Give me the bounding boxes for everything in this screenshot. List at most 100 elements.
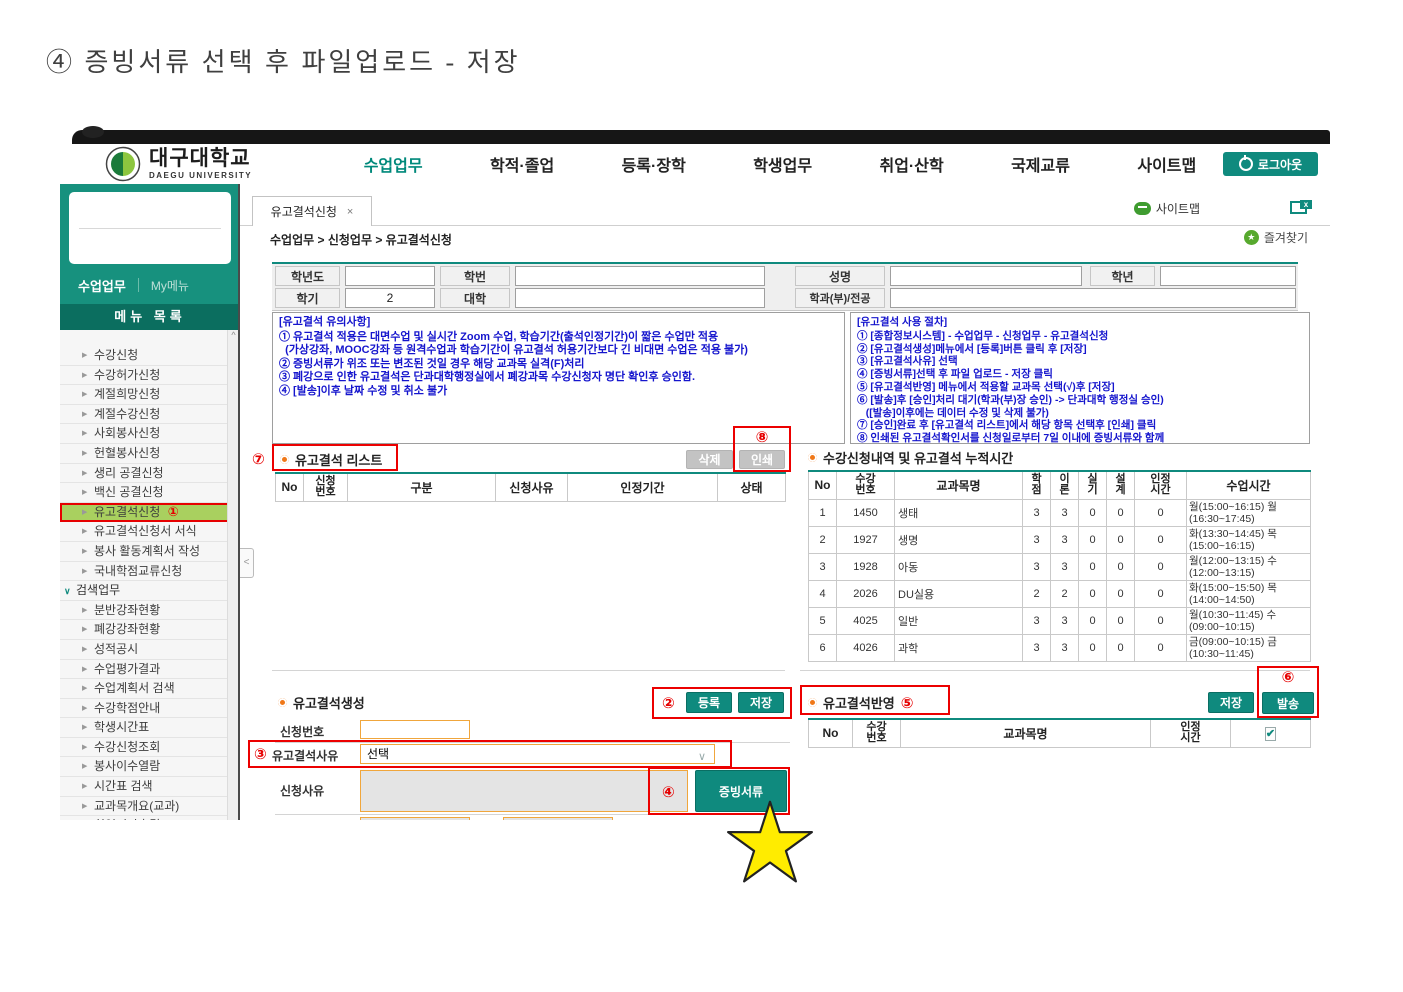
notice-line: ④ [증빙서류]선택 후 파일 업로드 - 저장 클릭 [857, 368, 1303, 381]
menu-item[interactable]: 계절수강신청 [60, 405, 240, 425]
nav-item-international[interactable]: 국제교류 [1011, 152, 1070, 176]
col-recognized: 인정 시간 [1135, 471, 1187, 499]
nav-item-records[interactable]: 학적·졸업 [490, 152, 554, 176]
detail-reason-textarea[interactable] [360, 770, 688, 812]
logout-label: 로그아웃 [1258, 156, 1302, 173]
favorite-button[interactable]: ★ 즐겨찾기 [1244, 229, 1308, 246]
apply-save-button[interactable]: 저장 [1208, 692, 1254, 713]
col-credit: 학 점 [1023, 471, 1051, 499]
select-all-checkbox[interactable]: ✔ [1265, 727, 1276, 741]
sitemap-label: 사이트맵 [1156, 200, 1200, 217]
enrollment-table: No 수강 번호 교과목명 학 점 이 론 실 기 설 계 인정 시간 수업시간… [808, 470, 1311, 662]
cell: 0 [1107, 526, 1135, 553]
register-button[interactable]: 등록 [686, 692, 732, 713]
sitemap-button[interactable]: 사이트맵 [1134, 200, 1200, 217]
menu-item[interactable]: 생리 공결신청 [60, 464, 240, 484]
menu-item[interactable]: 교과목개요(교과) [60, 797, 240, 817]
table-row[interactable]: 1 1450 생태 3 3 0 0 0 월(15:00~16:15) 월(16:… [809, 499, 1311, 526]
print-button[interactable]: 인쇄 [739, 450, 785, 469]
menu-item[interactable]: 수강신청 [60, 346, 240, 366]
year-input[interactable] [345, 266, 435, 286]
menu-item[interactable]: 헌혈봉사신청 [60, 444, 240, 464]
col-appno: 신청 번호 [304, 473, 348, 501]
col-recognized: 인정 시간 [1151, 719, 1231, 747]
grade-input[interactable] [1160, 266, 1296, 286]
sidebar-collapse-handle[interactable]: < [240, 548, 254, 578]
sidebar-tab-classwork[interactable]: 수업업무 [78, 276, 126, 295]
notice-line: ② [유고결석생성]메뉴에서 [등록]버튼 클릭 후 [저장] [857, 343, 1303, 356]
create-save-button[interactable]: 저장 [738, 692, 784, 713]
cell: 3 [1023, 607, 1051, 634]
menu-item-excused-absence-active[interactable]: 유고결석신청 ① [60, 503, 240, 523]
menu-item[interactable]: 백신 공결신청 [60, 483, 240, 503]
notice-line: ⑤ [유고결석반영] 메뉴에서 적용할 교과목 선택(√)후 [저장] [857, 381, 1303, 394]
menu-item[interactable]: 봉사 활동계획서 작성 [60, 542, 240, 562]
cell: 0 [1079, 607, 1107, 634]
menu-item[interactable]: 계절희망신청 [60, 385, 240, 405]
dept-input[interactable] [890, 288, 1296, 308]
semester-input[interactable]: 2 [345, 288, 435, 308]
menu-item[interactable]: 수강학점안내 [60, 699, 240, 719]
table-row[interactable]: 5 4025 일반 3 3 0 0 0 월(10:30~11:45) 수(09:… [809, 607, 1311, 634]
create-section-title: 유고결석생성 [278, 693, 365, 712]
cell: 월(15:00~16:15) 월(16:30~17:45) [1187, 499, 1311, 526]
delete-button[interactable]: 삭제 [686, 450, 733, 469]
logout-button[interactable]: 로그아웃 [1223, 152, 1318, 176]
menu-item[interactable]: 수업계획서 검색 [60, 679, 240, 699]
name-input[interactable] [890, 266, 1082, 286]
divider [79, 228, 221, 229]
menu-item[interactable]: 수업평가결과 [60, 660, 240, 680]
menu-item[interactable]: 성적공시 [60, 640, 240, 660]
sidebar-tab-mymenu[interactable]: My메뉴 [151, 277, 189, 294]
nav-item-sitemap[interactable]: 사이트맵 [1137, 152, 1196, 176]
table-row[interactable]: 2 1927 생명 3 3 0 0 0 화(13:30~14:45) 목(15:… [809, 526, 1311, 553]
menu-item[interactable]: 폐강강좌현황 [60, 620, 240, 640]
reason-selected-value: 선택 [367, 747, 389, 761]
menu-item[interactable]: 봉사이수열람 [60, 757, 240, 777]
nav-item-classwork[interactable]: 수업업무 [364, 152, 423, 176]
tab-excused-absence[interactable]: 유고결석신청 × [252, 196, 372, 226]
scroll-up-icon[interactable]: ^ [231, 330, 235, 340]
menu-item[interactable]: 수강신청조회 [60, 738, 240, 758]
cell: 1 [809, 499, 837, 526]
university-logo[interactable]: 대구대학교 DAEGU UNIVERSITY [105, 146, 252, 182]
studentno-input[interactable] [515, 266, 765, 286]
divider [272, 670, 785, 671]
appno-input[interactable] [360, 720, 470, 739]
nav-item-registration[interactable]: 등록·장학 [622, 152, 686, 176]
reason-select[interactable]: 선택 ∨ [360, 744, 715, 764]
menu-item[interactable]: 수강허가신청 [60, 366, 240, 386]
table-row[interactable]: 3 1928 아동 3 3 0 0 0 월(12:00~13:15) 수(12:… [809, 553, 1311, 580]
annotation-2: ② [662, 694, 675, 712]
menu-item[interactable]: 사회봉사신청 [60, 424, 240, 444]
cell: 3 [1051, 607, 1079, 634]
college-input[interactable] [515, 288, 765, 308]
period-end-input[interactable] [503, 817, 613, 820]
send-button[interactable]: 발송 [1262, 692, 1314, 714]
menu-item[interactable]: 분반강좌현황 [60, 601, 240, 621]
menu-category-search[interactable]: 검색업무 [60, 581, 240, 601]
cell: 화(13:30~14:45) 목(15:00~16:15) [1187, 526, 1311, 553]
period-start-input[interactable] [360, 817, 470, 820]
window-ornament [82, 126, 104, 138]
nav-item-career[interactable]: 취업·산학 [879, 152, 943, 176]
close-all-windows-icon[interactable]: x [1290, 200, 1312, 214]
menu-item[interactable]: 유고결석신청서 서식 [60, 522, 240, 542]
table-row[interactable]: 4 2026 DU실용 2 2 0 0 0 화(15:00~15:50) 목(1… [809, 580, 1311, 607]
close-icon[interactable]: × [347, 206, 353, 218]
sidebar-menu: 수강신청 수강허가신청 계절희망신청 계절수강신청 사회봉사신청 헌혈봉사신청 … [60, 330, 240, 820]
menu-item[interactable]: 시간표 검색 [60, 777, 240, 797]
table-row[interactable]: 6 4026 과학 3 3 0 0 0 금(09:00~10:15) 금(10:… [809, 634, 1311, 661]
cell: 3 [1051, 634, 1079, 661]
menu-item[interactable]: 학생시간표 [60, 718, 240, 738]
cell: 생명 [895, 526, 1023, 553]
menu-item[interactable]: 취업전자출결 [60, 816, 240, 820]
bullet-icon [808, 453, 817, 462]
menu-item[interactable]: 국내학점교류신청 [60, 562, 240, 582]
cell: 0 [1107, 499, 1135, 526]
cell: 3 [1023, 526, 1051, 553]
page-title: ④ 증빙서류 선택 후 파일업로드 - 저장 [46, 42, 521, 79]
col-period: 인정기간 [568, 473, 718, 501]
breadcrumb-row: 수업업무 > 신청업무 > 유고결석신청 ★ 즐겨찾기 [240, 225, 1330, 251]
nav-item-student[interactable]: 학생업무 [753, 152, 812, 176]
